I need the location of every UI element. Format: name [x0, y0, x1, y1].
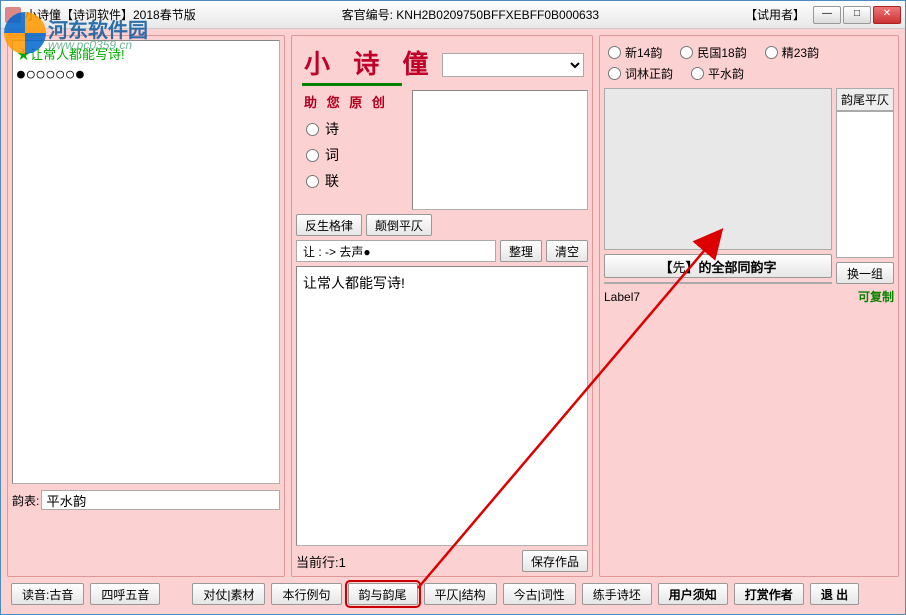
copyable-label: 可复制 [858, 288, 894, 305]
close-button[interactable]: ✕ [873, 6, 901, 24]
mid-top-right [412, 90, 588, 210]
main-textarea[interactable]: 让常人都能写诗! [296, 266, 588, 546]
bottom-toolbar: 读音:古音 四呼五音 对仗|素材 本行例句 韵与韵尾 平仄|结构 今古|词性 练… [1, 583, 905, 613]
rhyme-box-1[interactable] [604, 88, 832, 250]
right-mid: 【先】的全部同韵字 韵尾平仄 换一组 [604, 88, 894, 284]
zhengli-button[interactable]: 整理 [500, 240, 542, 262]
brand-dropdown[interactable] [442, 53, 584, 77]
dashang-button[interactable]: 打赏作者 [734, 583, 804, 605]
brand-row: 小 诗 僮 [296, 40, 588, 90]
customer-id: 客官编号: KNH2B0209750BFFXEBFF0B000633 [196, 6, 745, 23]
trial-label: 【试用者】 [745, 6, 805, 23]
mid-bottom-status: 当前行:1 保存作品 [296, 550, 588, 572]
rhyme-table-label: 韵表: [12, 492, 39, 509]
rhyme-table-row: 韵表: [12, 490, 280, 510]
gelv-buttons: 反生格律 颠倒平仄 [296, 214, 588, 236]
rhyme-radio-cilin[interactable]: 词林正韵 [608, 65, 673, 82]
list-item[interactable]: ★让常人都能写诗! [17, 45, 275, 65]
titlebar: 小诗僮【诗词软件】2018春节版 客官编号: KNH2B0209750BFFXE… [1, 1, 905, 29]
rhyme-radio-pingshui[interactable]: 平水韵 [691, 65, 744, 82]
app-icon [5, 7, 21, 23]
diandao-button[interactable]: 颠倒平仄 [366, 214, 432, 236]
preview-box[interactable] [412, 90, 588, 210]
yunwei-list[interactable] [836, 111, 894, 258]
brand-block: 小 诗 僮 [296, 40, 436, 90]
type-radios: 诗 词 联 [296, 113, 406, 197]
type-column: 助 您 原 创 诗 词 联 [296, 90, 406, 210]
benhang-button[interactable]: 本行例句 [271, 583, 341, 605]
brand-title: 小 诗 僮 [296, 40, 436, 83]
window-controls: — □ ✕ [813, 6, 901, 24]
label7: Label7 [604, 290, 640, 304]
jingu-button[interactable]: 今古|词性 [503, 583, 576, 605]
subtitle: 助 您 原 创 [296, 90, 406, 113]
huanyizu-button[interactable]: 换一组 [836, 262, 894, 284]
duyin-button[interactable]: 读音:古音 [11, 583, 84, 605]
duizhang-button[interactable]: 对仗|素材 [192, 583, 265, 605]
middle-panel: 小 诗 僮 助 您 原 创 诗 词 联 [291, 35, 593, 577]
rhyme-box-2[interactable] [604, 282, 832, 284]
right-panel: 新14韵 民国18韵 精23韵 词林正韵 平水韵 【先】的全部同韵字 韵尾平仄 [599, 35, 899, 577]
type-radio-ci[interactable]: 词 [306, 145, 396, 165]
fansheng-button[interactable]: 反生格律 [296, 214, 362, 236]
right-mid-left: 【先】的全部同韵字 [604, 88, 832, 284]
pingze-button[interactable]: 平仄|结构 [424, 583, 497, 605]
yunyu-button[interactable]: 韵与韵尾 [348, 583, 418, 605]
brand-underline [302, 83, 402, 86]
tongyun-button[interactable]: 【先】的全部同韵字 [604, 254, 832, 278]
tone-pattern: ●○○○○○● [17, 65, 275, 85]
mid-top-row: 助 您 原 创 诗 词 联 [296, 90, 588, 210]
char-status: 让 : -> 去声● [296, 240, 496, 262]
sihu-button[interactable]: 四呼五音 [90, 583, 160, 605]
poem-list[interactable]: ★让常人都能写诗! ●○○○○○● [12, 40, 280, 484]
yunwei-header: 韵尾平仄 [836, 88, 894, 111]
status-row: 让 : -> 去声● 整理 清空 [296, 240, 588, 262]
type-radio-shi[interactable]: 诗 [306, 119, 396, 139]
left-panel: ★让常人都能写诗! ●○○○○○● 韵表: [7, 35, 285, 577]
type-radio-lian[interactable]: 联 [306, 171, 396, 191]
tuichu-button[interactable]: 退 出 [810, 583, 859, 605]
minimize-button[interactable]: — [813, 6, 841, 24]
window-title: 小诗僮【诗词软件】2018春节版 [25, 6, 196, 23]
right-bottom: Label7 可复制 [604, 288, 894, 305]
rhyme-radio-jing23[interactable]: 精23韵 [765, 44, 819, 61]
lianshou-button[interactable]: 练手诗坯 [582, 583, 652, 605]
rhyme-radio-xin14[interactable]: 新14韵 [608, 44, 662, 61]
rhyme-table-input[interactable] [41, 490, 280, 510]
yonghu-button[interactable]: 用户须知 [658, 583, 728, 605]
rhyme-radio-minguo18[interactable]: 民国18韵 [680, 44, 746, 61]
current-line: 当前行:1 [296, 552, 346, 571]
right-mid-right: 韵尾平仄 换一组 [836, 88, 894, 284]
qingkong-button[interactable]: 清空 [546, 240, 588, 262]
app-window: 小诗僮【诗词软件】2018春节版 客官编号: KNH2B0209750BFFXE… [0, 0, 906, 615]
rhyme-system-radios: 新14韵 民国18韵 精23韵 词林正韵 平水韵 [604, 40, 894, 86]
content-area: ★让常人都能写诗! ●○○○○○● 韵表: 小 诗 僮 助 您 原 [1, 29, 905, 583]
save-button[interactable]: 保存作品 [522, 550, 588, 572]
maximize-button[interactable]: □ [843, 6, 871, 24]
